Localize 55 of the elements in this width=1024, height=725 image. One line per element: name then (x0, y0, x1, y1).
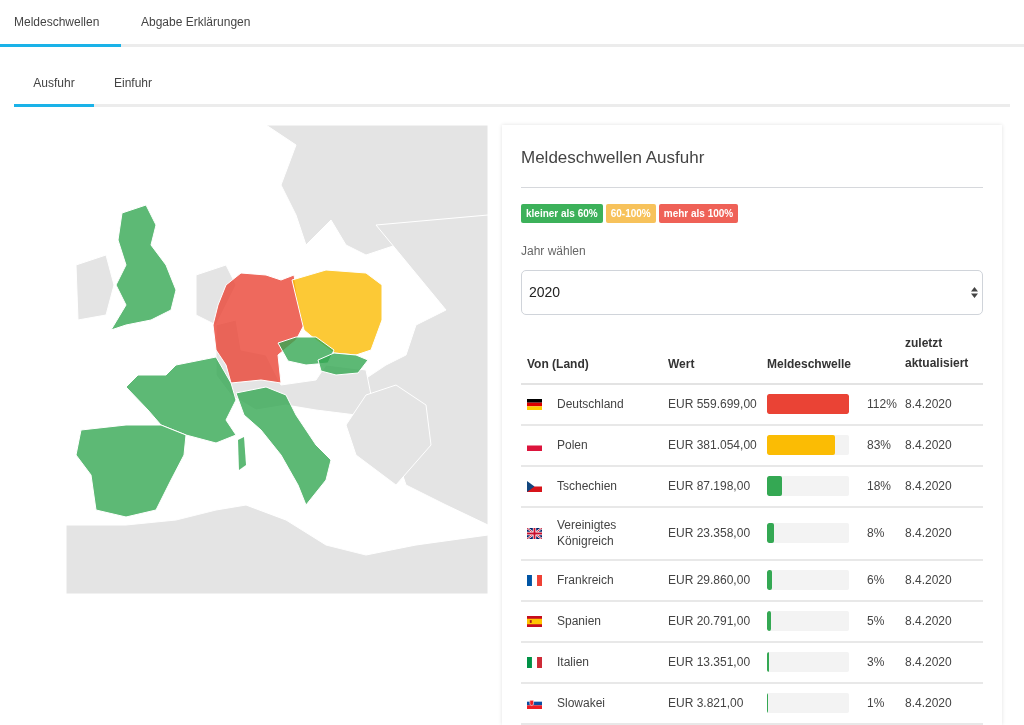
country-name: Deutschland (557, 396, 625, 412)
flag-icon (527, 656, 542, 668)
tab[interactable]: Meldeschwellen (0, 0, 121, 47)
column-header: Von (Land) (521, 326, 668, 384)
year-value: 2020 (529, 282, 561, 302)
flag-icon (527, 480, 542, 492)
country-name: Frankreich (557, 572, 615, 588)
percent-cell: 83% (867, 424, 905, 466)
column-header: Wert (668, 326, 767, 384)
legend-badge: mehr als 100% (658, 203, 739, 223)
percent-cell: 18% (867, 465, 905, 507)
country-name: Slowakei (557, 695, 607, 711)
column-header: Meldeschwelle (767, 326, 867, 384)
date-cell: 8.4.2020 (905, 641, 983, 683)
percent-cell: 8% (867, 506, 905, 560)
percent-cell: 6% (867, 559, 905, 601)
country-name: Italien (557, 654, 591, 670)
percent-cell: 1% (867, 682, 905, 724)
subtab[interactable]: Ausfuhr (14, 61, 94, 107)
value-cell: EUR 20.791,00 (668, 600, 767, 642)
sort-arrows-icon (971, 286, 978, 298)
percent-cell: 112% (867, 383, 905, 425)
flag-icon (527, 574, 542, 586)
column-header: zuletzt aktualisiert (905, 326, 983, 384)
value-cell: EUR 381.054,00 (668, 424, 767, 466)
date-cell: 8.4.2020 (905, 383, 983, 425)
flag-icon (527, 398, 542, 410)
value-cell: EUR 23.358,00 (668, 506, 767, 560)
tab[interactable]: Abgabe Erklärungen (121, 0, 271, 47)
flag-icon (527, 615, 542, 627)
country-name: Spanien (557, 613, 603, 629)
date-cell: 8.4.2020 (905, 424, 983, 466)
value-cell: EUR 559.699,00 (668, 383, 767, 425)
date-cell: 8.4.2020 (905, 465, 983, 507)
legend-badge: kleiner als 60% (521, 203, 603, 223)
percent-cell: 3% (867, 641, 905, 683)
percent-cell: 5% (867, 600, 905, 642)
date-cell: 8.4.2020 (905, 682, 983, 724)
value-cell: EUR 3.821,00 (668, 682, 767, 724)
value-cell: EUR 87.198,00 (668, 465, 767, 507)
value-cell: EUR 29.860,00 (668, 559, 767, 601)
year-label: Jahr wählen (521, 242, 587, 260)
country-name: Polen (557, 437, 589, 453)
subtab[interactable]: Einfuhr (94, 61, 173, 107)
flag-icon (527, 527, 542, 539)
date-cell: 8.4.2020 (905, 559, 983, 601)
legend-badge: 60-100% (605, 203, 656, 223)
year-select[interactable]: 2020 (521, 269, 983, 315)
date-cell: 8.4.2020 (905, 506, 983, 560)
value-cell: EUR 13.351,00 (668, 641, 767, 683)
flag-icon (527, 697, 542, 709)
country-name: Tschechien (557, 478, 619, 494)
panel-title: Meldeschwellen Ausfuhr (521, 145, 983, 188)
country-name: Vereinigtes Königreich (557, 517, 618, 549)
date-cell: 8.4.2020 (905, 600, 983, 642)
